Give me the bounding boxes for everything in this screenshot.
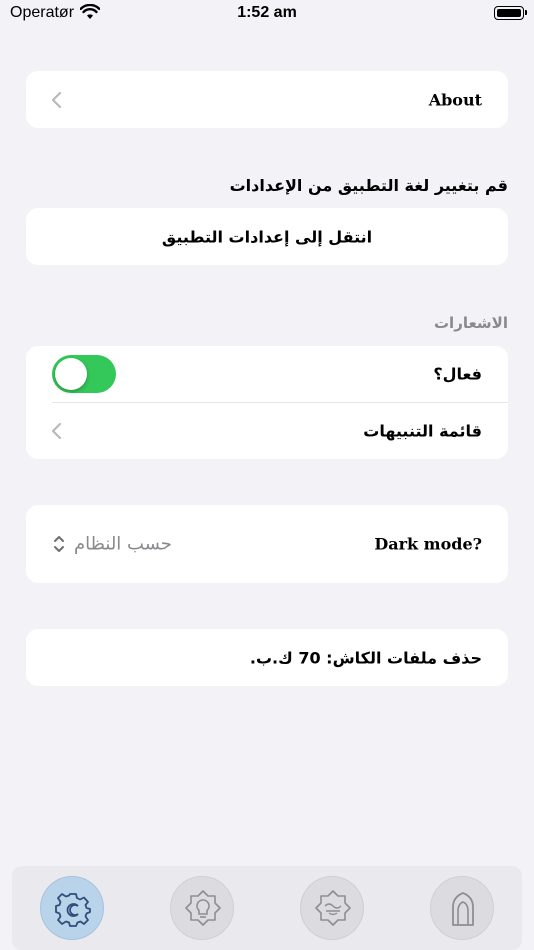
alerts-list-label: قائمة التنبيهات: [363, 421, 482, 441]
language-heading: قم بتغيير لغة التطبيق من الإعدادات: [229, 176, 508, 195]
notifications-enabled-row: فعال؟: [26, 346, 508, 402]
status-bar: Operatør 1:52 am: [0, 0, 534, 28]
tab-bar: [12, 866, 522, 950]
toggle-knob: [55, 358, 87, 390]
tab-tasbih[interactable]: [300, 876, 364, 940]
clear-cache-row[interactable]: حذف ملفات الكاش: 70 ك.ب.: [26, 629, 508, 686]
about-row[interactable]: About: [26, 71, 508, 128]
subhanallah-icon: [315, 890, 351, 926]
gear-icon: [55, 893, 91, 927]
tab-tips[interactable]: [170, 876, 234, 940]
tab-settings[interactable]: [40, 876, 104, 940]
chevron-left-icon: [51, 91, 62, 108]
alerts-list-row[interactable]: قائمة التنبيهات: [26, 403, 508, 459]
clear-cache-label: حذف ملفات الكاش: 70 ك.ب.: [249, 648, 482, 667]
notifications-enabled-label: فعال؟: [433, 364, 482, 384]
notifications-card: فعال؟ قائمة التنبيهات: [26, 346, 508, 459]
battery-icon: [494, 6, 527, 20]
dark-mode-label: Dark mode?: [374, 534, 482, 554]
chevron-up-down-icon[interactable]: [52, 534, 66, 554]
about-label: About: [428, 90, 482, 109]
chevron-left-icon: [51, 422, 62, 440]
lightbulb-icon: [185, 890, 221, 926]
open-app-settings-button[interactable]: انتقل إلى إعدادات التطبيق: [26, 208, 508, 265]
dark-mode-select[interactable]: حسب النظام: [74, 534, 172, 555]
notifications-toggle[interactable]: [52, 355, 116, 393]
dark-mode-row: Dark mode? حسب النظام: [26, 505, 508, 583]
notifications-section-title: الاشعارات: [433, 314, 508, 332]
tab-home[interactable]: [430, 876, 494, 940]
open-app-settings-label: انتقل إلى إعدادات التطبيق: [161, 227, 373, 246]
mosque-door-icon: [452, 892, 474, 926]
status-time: 1:52 am: [237, 4, 297, 21]
